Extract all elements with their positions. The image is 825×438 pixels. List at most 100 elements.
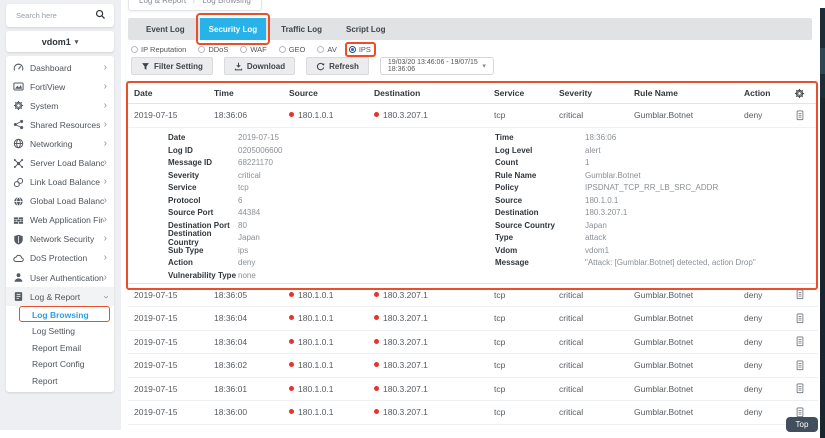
radio-ddos[interactable]: DDoS [198,45,228,54]
radio-av[interactable]: AV [317,45,337,54]
detail-label: Destination [495,208,539,218]
detail-label: Vulnerability Type [168,270,237,280]
table-row[interactable]: 2019-07-15 18:36:04 180.1.0.1 180.3.207.1 tc… [128,331,818,354]
date-range-select[interactable]: 19/03/20 13:46:06 - 19/07/15 18:36:06 ▾ [379,57,494,75]
refresh-icon [316,62,325,71]
column-header-severity[interactable]: Severity [553,88,628,98]
filter-setting-button[interactable]: Filter Setting [131,57,213,75]
document-icon[interactable] [795,383,805,394]
tab-traffic-log[interactable]: Traffic Log [272,18,331,40]
chevron-right-icon: › [103,99,107,111]
cell-service: tcp [494,289,506,300]
detail-label: Time [495,133,514,143]
detail-value: 180.1.0.1 [585,195,619,205]
breadcrumb-current[interactable]: Log Browsing [202,0,250,5]
document-icon[interactable] [795,289,805,300]
detail-label: Vdom [495,245,518,255]
sidebar-item-fortiview[interactable]: FortiView › [6,77,114,96]
cell-rule-name: Gumblar.Botnet [634,360,694,371]
detail-field-log-level: Log Level alert [495,144,756,157]
link-icon [13,177,26,188]
detail-value: ips [238,245,249,255]
radio-ips[interactable]: IPS [344,42,377,57]
column-header-time[interactable]: Time [208,88,283,98]
gear-icon[interactable] [794,88,805,99]
detail-value: critical [238,170,261,180]
document-icon[interactable] [795,110,805,121]
sidebar-item-system[interactable]: System › [6,96,114,115]
detail-field-log-id: Log ID 0205006600 [168,144,283,157]
sidebar-item-user-authentication[interactable]: User Authentication › [6,268,114,287]
column-header-destination[interactable]: Destination [368,88,488,98]
detail-value: 180.3.207.1 [585,208,628,218]
sidebar-item-server-load-balance[interactable]: Server Load Balance › [6,153,114,172]
cell-severity: critical [559,383,584,394]
sidebar-subitem-report[interactable]: Report [6,373,114,390]
download-button[interactable]: Download [223,57,296,75]
sidebar-item-label: Networking [30,138,73,149]
search-input[interactable] [14,10,95,21]
sidebar-item-networking[interactable]: Networking › [6,134,114,153]
vdom-label: vdom1 [41,36,71,47]
detail-field-protocol: Protocol 6 [168,194,283,207]
sidebar-subitem-report-config[interactable]: Report Config [6,356,114,373]
document-icon[interactable] [795,360,805,371]
table-row[interactable]: 2019-07-1518:35:59180.1.0.1180.3.207.1tc… [128,425,818,431]
detail-value: 80 [238,220,247,230]
radio-label: WAF [250,45,267,54]
sidebar-item-network-security[interactable]: Network Security › [6,230,114,249]
chevron-down-icon: ▾ [482,63,486,70]
table-row[interactable]: 2019-07-15 18:36:06 180.1.0.1 180.3.207.1 tc… [128,104,818,128]
sidebar-subitem-log-browsing[interactable]: Log Browsing [6,306,114,323]
table-row[interactable]: 2019-07-15 18:36:02 180.1.0.1 180.3.207.1 tc… [128,354,818,378]
sidebar-item-dashboard[interactable]: Dashboard › [6,58,114,77]
cell-rule-name: Gumblar.Botnet [634,407,694,418]
cell-action: deny [744,383,763,394]
sidebar-item-link-load-balance[interactable]: Link Load Balance › [6,173,114,192]
breadcrumb-parent[interactable]: Log & Report [139,0,186,5]
sidebar-item-shared-resources[interactable]: Shared Resources › [6,115,114,134]
sidebar-item-label: DoS Protection [30,253,88,264]
sidebar-subitem-report-email[interactable]: Report Email [6,339,114,356]
column-header-source[interactable]: Source [283,88,368,98]
table-row[interactable]: 2019-07-15 18:36:05 180.1.0.1 180.3.207.1 tc… [128,284,818,307]
tab-script-log[interactable]: Script Log [337,18,395,40]
search-icon[interactable] [95,7,106,25]
document-icon[interactable] [795,336,805,347]
detail-value: 68221170 [238,158,273,168]
sidebar-item-global-load-balance[interactable]: Global Load Balance › [6,192,114,211]
radio-geo[interactable]: GEO [278,45,305,54]
tab-security-log[interactable]: Security Log [195,13,271,45]
chevron-right-icon: › [103,118,107,130]
detail-value: "Attack: [Gumblar.Botnet] detected, acti… [585,258,756,268]
column-header-service[interactable]: Service [488,88,553,98]
tab-event-log[interactable]: Event Log [137,18,194,40]
sidebar-item-dos-protection[interactable]: DoS Protection › [6,249,114,268]
sidebar-item-log-report[interactable]: Log & Report › [6,287,114,307]
detail-value: 2019-07-15 [238,133,279,143]
column-header-date[interactable]: Date [128,88,208,98]
cell-rule-name: Gumblar.Botnet [634,289,694,300]
cell-destination: 180.3.207.1 [368,110,488,120]
detail-label: Date [168,133,186,143]
detail-value: vdom1 [585,245,610,255]
column-header-rule-name[interactable]: Rule Name [628,88,738,98]
radio-label: IPS [358,45,371,54]
table-row[interactable]: 2019-07-15 18:36:00 180.1.0.1 180.3.207.1 tc… [128,401,818,425]
refresh-button[interactable]: Refresh [306,57,369,75]
document-icon[interactable] [795,313,805,324]
radio-ip-reputation[interactable]: IP Reputation [131,45,186,54]
sidebar-subitem-log-setting[interactable]: Log Setting [6,323,114,340]
column-header-action[interactable]: Action [738,88,783,98]
table-row[interactable]: 2019-07-15 18:36:01 180.1.0.1 180.3.207.1 tc… [128,378,818,401]
sidebar-item-web-application-firewall[interactable]: Web Application Firewall› [6,211,114,230]
firewall-icon [13,215,26,226]
detail-label: Count [495,158,519,168]
cell-date: 2019-07-15 [134,313,178,324]
vdom-selector[interactable]: vdom1 ▾ [6,31,114,52]
sidebar-item-label: Shared Resources [30,119,101,130]
radio-waf[interactable]: WAF [240,45,267,54]
table-row[interactable]: 2019-07-15 18:36:04 180.1.0.1 180.3.207.1 tc… [128,307,818,331]
breadcrumb-separator: / [193,0,196,5]
cell-action: deny [744,407,763,418]
